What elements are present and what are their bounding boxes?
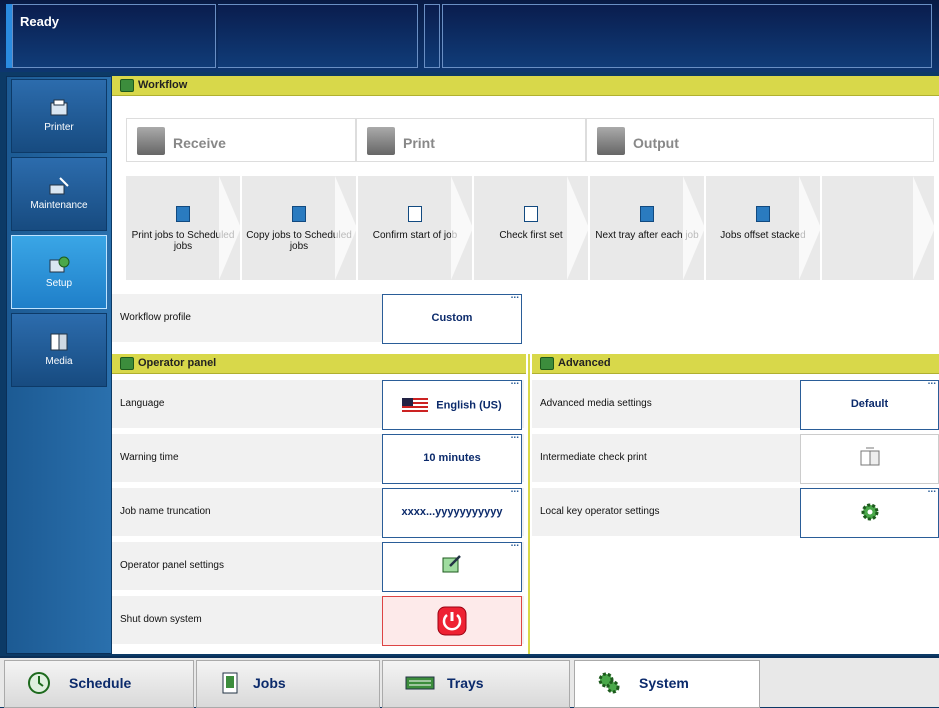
tile-offset-stacked[interactable]: Jobs offset stacked	[706, 176, 821, 280]
stage-print: Print	[356, 118, 586, 162]
setup-icon	[49, 256, 70, 273]
language-button[interactable]: ... English (US)	[382, 376, 522, 430]
row-label: Workflow profile	[120, 312, 191, 323]
edit-icon	[442, 555, 461, 573]
tab-jobs[interactable]: Jobs	[196, 660, 380, 708]
copy-scheduled-icon	[292, 206, 306, 222]
row-label: Shut down system	[120, 614, 202, 625]
tile-next-tray[interactable]: Next tray after each job	[590, 176, 705, 280]
warning-time-button[interactable]: ... 10 minutes	[382, 430, 522, 484]
status-segment-3	[424, 4, 440, 68]
confirm-job-icon	[408, 206, 422, 222]
main-panel: Workflow Receive Print Output Print jobs…	[112, 76, 939, 654]
tab-system[interactable]: System	[574, 660, 760, 708]
sidebar-item-media[interactable]: Media	[11, 313, 107, 387]
row-label: Warning time	[120, 452, 179, 463]
tab-trays[interactable]: Trays	[382, 660, 570, 708]
advanced-header: Advanced	[532, 354, 939, 374]
sidebar-item-label: Printer	[44, 122, 74, 133]
row-label: Language	[120, 398, 165, 409]
tab-label: System	[639, 675, 689, 691]
section-title: Operator panel	[138, 357, 217, 369]
local-key-operator-button[interactable]: ...	[800, 484, 939, 538]
stage-label: Output	[633, 135, 679, 151]
value-text: 10 minutes	[423, 452, 481, 464]
row-label: Local key operator settings	[540, 506, 660, 517]
row-label: Job name truncation	[120, 506, 211, 517]
workflow-header: Workflow	[112, 76, 939, 96]
tile-label: Confirm start of job	[372, 230, 458, 241]
media-icon	[50, 333, 68, 351]
trays-icon	[405, 676, 435, 690]
tab-label: Schedule	[69, 675, 132, 691]
row-label: Advanced media settings	[540, 398, 652, 409]
tray-icon	[640, 206, 654, 222]
section-title: Workflow	[138, 79, 188, 91]
tile-empty	[822, 176, 935, 280]
sidebar-item-label: Media	[45, 356, 73, 367]
value-text: English (US)	[436, 399, 502, 412]
workflow-icon	[120, 79, 134, 92]
stage-receive: Receive	[126, 118, 356, 162]
operator-panel-header: Operator panel	[112, 354, 526, 374]
scheduled-jobs-icon	[176, 206, 190, 222]
output-icon	[597, 127, 625, 155]
sidebar-item-setup[interactable]: Setup	[11, 235, 107, 309]
tile-copy-jobs-scheduled[interactable]: Copy jobs to Scheduled jobs	[242, 176, 357, 280]
power-icon	[437, 606, 467, 636]
workflow-profile-button[interactable]: ... Custom	[382, 290, 522, 344]
tile-label: Jobs offset stacked	[720, 230, 806, 241]
check-set-icon	[524, 206, 538, 222]
status-segment-2	[218, 4, 418, 68]
clock-icon	[28, 672, 50, 694]
status-bar: Ready	[0, 0, 939, 72]
receive-icon	[137, 127, 165, 155]
sidebar-item-label: Maintenance	[30, 200, 88, 211]
tile-print-jobs-scheduled[interactable]: Print jobs to Scheduled jobs	[126, 176, 241, 280]
tile-confirm-start[interactable]: Confirm start of job	[358, 176, 473, 280]
tab-label: Trays	[447, 675, 484, 691]
operator-panel-settings-button[interactable]: ...	[382, 538, 522, 592]
advanced-media-button[interactable]: ... Default	[800, 376, 939, 430]
tab-label: Jobs	[253, 675, 286, 691]
maintenance-icon	[49, 177, 69, 195]
jobs-icon	[222, 672, 238, 694]
advanced-icon	[540, 357, 554, 370]
row-label: Operator panel settings	[120, 560, 224, 571]
tile-label: Check first set	[499, 230, 563, 241]
job-name-truncation-button[interactable]: ... xxxx...yyyyyyyyyyy	[382, 484, 522, 538]
print-icon	[367, 127, 395, 155]
printer-status: Ready	[20, 14, 60, 29]
section-title: Advanced	[558, 357, 611, 369]
stage-label: Receive	[173, 135, 226, 151]
shut-down-button[interactable]	[382, 596, 522, 646]
printer-icon	[50, 99, 68, 116]
tile-check-first-set[interactable]: Check first set	[474, 176, 589, 280]
check-print-icon	[860, 447, 879, 466]
stage-output: Output	[586, 118, 934, 162]
sidebar: Printer Maintenance Setup Media	[6, 76, 111, 654]
us-flag-icon	[402, 398, 429, 413]
value-text: Custom	[431, 312, 473, 324]
status-segment-4	[442, 4, 932, 68]
value-text: xxxx...yyyyyyyyyyy	[401, 506, 503, 518]
offset-stack-icon	[756, 206, 770, 222]
system-icon	[598, 672, 620, 694]
gear-icon	[861, 503, 878, 521]
stage-label: Print	[403, 135, 435, 151]
row-label: Intermediate check print	[540, 452, 647, 463]
intermediate-check-button[interactable]	[800, 434, 939, 484]
operator-panel-icon	[120, 357, 134, 370]
sidebar-item-maintenance[interactable]: Maintenance	[11, 157, 107, 231]
value-text: Default	[850, 398, 889, 410]
tab-schedule[interactable]: Schedule	[4, 660, 194, 708]
sidebar-item-label: Setup	[45, 278, 73, 289]
bottom-tab-bar: Schedule Jobs Trays System	[0, 656, 939, 708]
section-divider	[528, 354, 530, 654]
sidebar-item-printer[interactable]: Printer	[11, 79, 107, 153]
